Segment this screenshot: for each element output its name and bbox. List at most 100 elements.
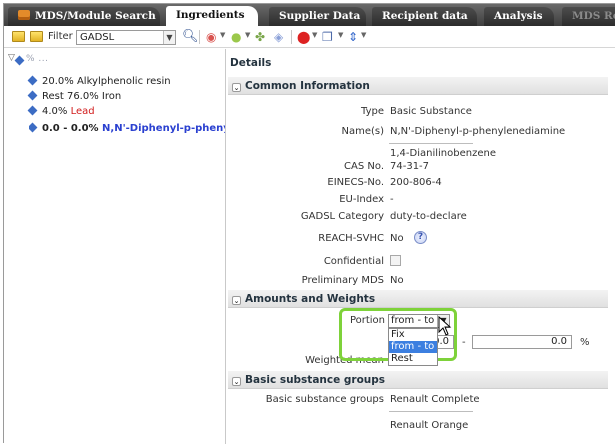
component-icon (14, 55, 25, 66)
chevron-down-icon[interactable]: ▼ (338, 31, 343, 39)
substance-group-value: Renault Complete (390, 394, 480, 405)
tree-item-name: Lead (70, 106, 95, 117)
tab-label: Supplier Data (279, 10, 361, 22)
chevron-down-icon[interactable]: ▼ (163, 31, 175, 44)
tab-mds-module-search[interactable]: MDS/Module Search (8, 7, 160, 26)
section-title: Basic substance groups (245, 374, 386, 386)
add-icon[interactable]: ● (231, 30, 241, 44)
einecs-label: EINECS-No. (327, 177, 384, 188)
tab-recipient-data[interactable]: Recipient data (372, 7, 477, 26)
tab-label: MDS Re (572, 10, 615, 22)
reach-svhc-label: REACH-SVHC (318, 233, 384, 244)
chevron-down-icon[interactable]: ▼ (220, 31, 225, 39)
cas-label: CAS No. (344, 161, 384, 172)
tab-ingredients[interactable]: Ingredients (166, 6, 258, 26)
substance-icon (27, 75, 38, 86)
gadsl-category-label: GADSL Category (300, 211, 384, 222)
search-icon[interactable]: 🔍︎ (182, 30, 199, 44)
substance-icon (27, 105, 38, 116)
copy-icon[interactable]: ❐ (322, 30, 333, 44)
ingredient-tree: ▽ % ... 20.0% Alkylphenolic resin Rest 7… (4, 49, 226, 444)
tab-label: MDS/Module Search (35, 10, 156, 22)
chevron-down-icon[interactable]: ▼ (245, 31, 250, 39)
collapse-folder-icon[interactable] (30, 31, 43, 42)
chevron-down-icon[interactable]: ▼ (312, 31, 317, 39)
filter-select[interactable]: GADSL ▼ (76, 30, 176, 45)
names-label: Name(s) (341, 126, 384, 137)
properties-icon[interactable]: ◈ (274, 30, 283, 44)
tab-analysis[interactable]: Analysis (484, 7, 554, 26)
eu-index-value: - (390, 194, 394, 205)
tree-item[interactable]: Rest 76.0% Iron (27, 90, 122, 103)
amounts-and-weights-header[interactable]: ⌄ Amounts and Weights (228, 290, 608, 308)
tab-label: Analysis (494, 10, 543, 22)
delete-icon[interactable]: ⬤ (297, 30, 310, 44)
tree-root-label[interactable]: % ... (26, 54, 49, 64)
tree-item-name: Alkylphenolic resin (76, 76, 171, 87)
confidential-label: Confidential (323, 256, 384, 267)
section-title: Common Information (245, 80, 370, 92)
help-icon[interactable]: ? (414, 231, 427, 244)
name-value: N,N'-Diphenyl-p-phenylenediamine (390, 126, 566, 137)
tree-item[interactable]: 4.0% Lead (27, 105, 95, 118)
preliminary-mds-value: No (390, 275, 404, 286)
link-icon[interactable]: ✤ (255, 30, 265, 44)
tree-item-percent: 0.0 - 0.0% (42, 123, 99, 134)
filter-label: Filter (48, 31, 73, 42)
collapse-chevron-icon[interactable]: ⌄ (232, 83, 241, 92)
confidential-checkbox[interactable] (390, 255, 401, 266)
tree-item-percent: 4.0% (42, 106, 68, 117)
collapse-chevron-icon[interactable]: ⌄ (232, 296, 241, 305)
tree-item-selected[interactable]: 0.0 - 0.0% N,N'-Diphenyl-p-phenylenediam… (29, 122, 225, 135)
collapse-chevron-icon[interactable]: ⌄ (232, 377, 241, 386)
tree-item-percent: 20.0% (42, 76, 74, 87)
portion-to-value: 0.0 (551, 336, 567, 347)
percent-unit: % (580, 337, 590, 348)
tab-supplier-data[interactable]: Supplier Data (269, 7, 366, 26)
tree-item[interactable]: 20.0% Alkylphenolic resin (27, 75, 171, 88)
range-dash: - (462, 337, 466, 348)
gadsl-category-value: duty-to-declare (390, 211, 467, 222)
mouse-cursor-icon (438, 316, 452, 336)
substance-group-value: Renault Orange (390, 420, 469, 431)
portion-dropdown-list: Fix from - to Rest (388, 328, 438, 366)
toolbar-separator (199, 30, 200, 44)
type-value: Basic Substance (390, 106, 472, 117)
portion-select-value: from - to (391, 315, 435, 326)
portion-option-from-to[interactable]: from - to (389, 341, 437, 353)
substance-icon (27, 90, 38, 101)
sort-arrows-icon[interactable]: ⇕ (348, 30, 358, 44)
portion-to-field[interactable]: 0.0 (472, 335, 572, 349)
chevron-down-icon[interactable]: ▼ (361, 31, 366, 39)
module-icon (18, 10, 30, 20)
portion-option-rest[interactable]: Rest (389, 353, 437, 365)
tree-item-name: N,N'-Diphenyl-p-phenylenediamine (102, 123, 225, 134)
tab-mds-re[interactable]: MDS Re (562, 7, 615, 26)
details-title: Details (230, 57, 272, 69)
toolbar-separator (291, 30, 292, 44)
portion-option-fix[interactable]: Fix (389, 329, 437, 341)
type-label: Type (361, 106, 384, 117)
expand-folder-icon[interactable] (12, 31, 25, 42)
expand-triangle-icon[interactable]: ▽ (8, 53, 15, 63)
basic-substance-groups-header[interactable]: ⌄ Basic substance groups (228, 371, 608, 389)
group-underline (389, 411, 473, 412)
tab-label: Ingredients (176, 9, 245, 21)
name-underline (389, 143, 473, 144)
cas-value: 74-31-7 (390, 161, 430, 172)
tab-label: Recipient data (382, 10, 468, 22)
details-panel: Details ⌄ Common Information Type Basic S… (226, 49, 615, 444)
tab-bar: MDS/Module Search Ingredients Supplier D… (4, 4, 615, 26)
filter-select-value: GADSL (80, 32, 115, 43)
toolbar: Filter GADSL ▼ 🔍︎ ◉ ▼ ● ▼ ✤ ◈ ⬤ ▼ ❐ ▼ ⇕ … (4, 26, 615, 48)
einecs-value: 200-806-4 (390, 177, 442, 188)
common-information-header[interactable]: ⌄ Common Information (228, 77, 608, 95)
preliminary-mds-label: Preliminary MDS (301, 275, 384, 286)
edit-icon[interactable]: ◉ (206, 30, 216, 44)
substance-groups-label: Basic substance groups (265, 394, 384, 405)
section-title: Amounts and Weights (245, 293, 376, 305)
tree-item-name: Iron (101, 91, 122, 102)
substance-icon (29, 122, 38, 133)
name-value: 1,4-Dianilinobenzene (390, 148, 496, 159)
tree-item-percent: Rest 76.0% (42, 91, 99, 102)
